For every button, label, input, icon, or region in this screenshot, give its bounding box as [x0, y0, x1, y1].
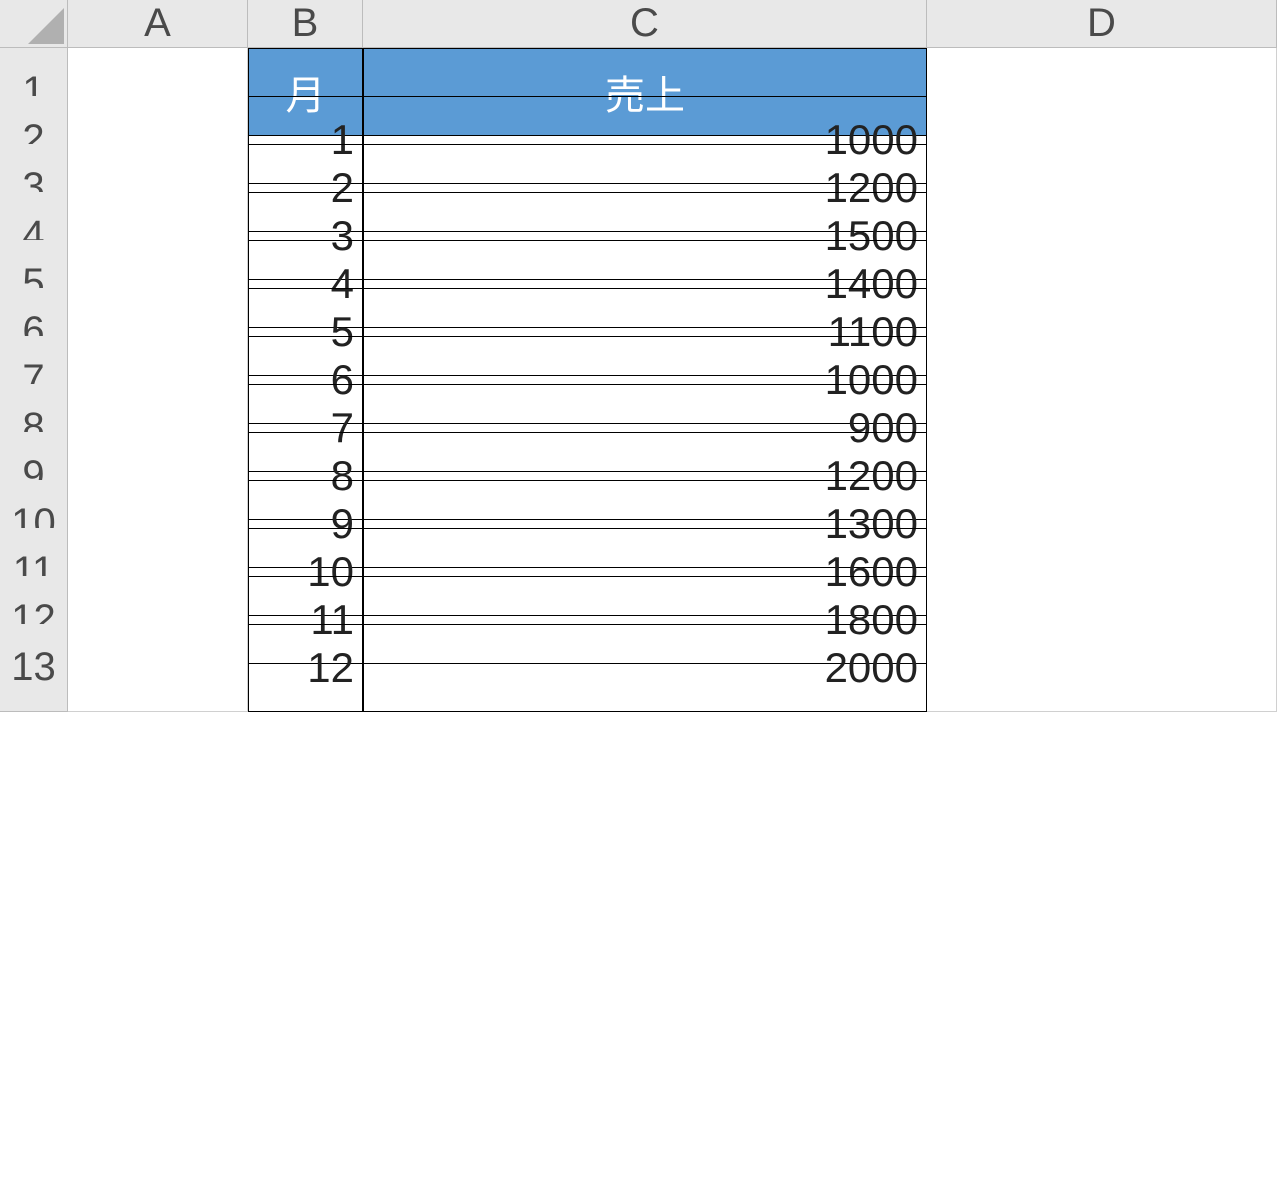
col-header-D[interactable]: D: [927, 0, 1277, 48]
cell-D13[interactable]: [927, 624, 1277, 712]
cell-B13[interactable]: 12: [248, 624, 363, 712]
cell-A13[interactable]: [68, 624, 248, 712]
row-header-13[interactable]: 13: [0, 624, 68, 712]
cell-C13[interactable]: 2000: [363, 624, 927, 712]
select-all-corner[interactable]: [0, 0, 68, 48]
spreadsheet-grid[interactable]: A B C D 1 月 売上 2 1 1000 3 2 1200 4 3 150…: [0, 0, 1280, 672]
col-header-B[interactable]: B: [248, 0, 363, 48]
col-header-C[interactable]: C: [363, 0, 927, 48]
col-header-A[interactable]: A: [68, 0, 248, 48]
select-all-triangle-icon: [28, 8, 64, 44]
